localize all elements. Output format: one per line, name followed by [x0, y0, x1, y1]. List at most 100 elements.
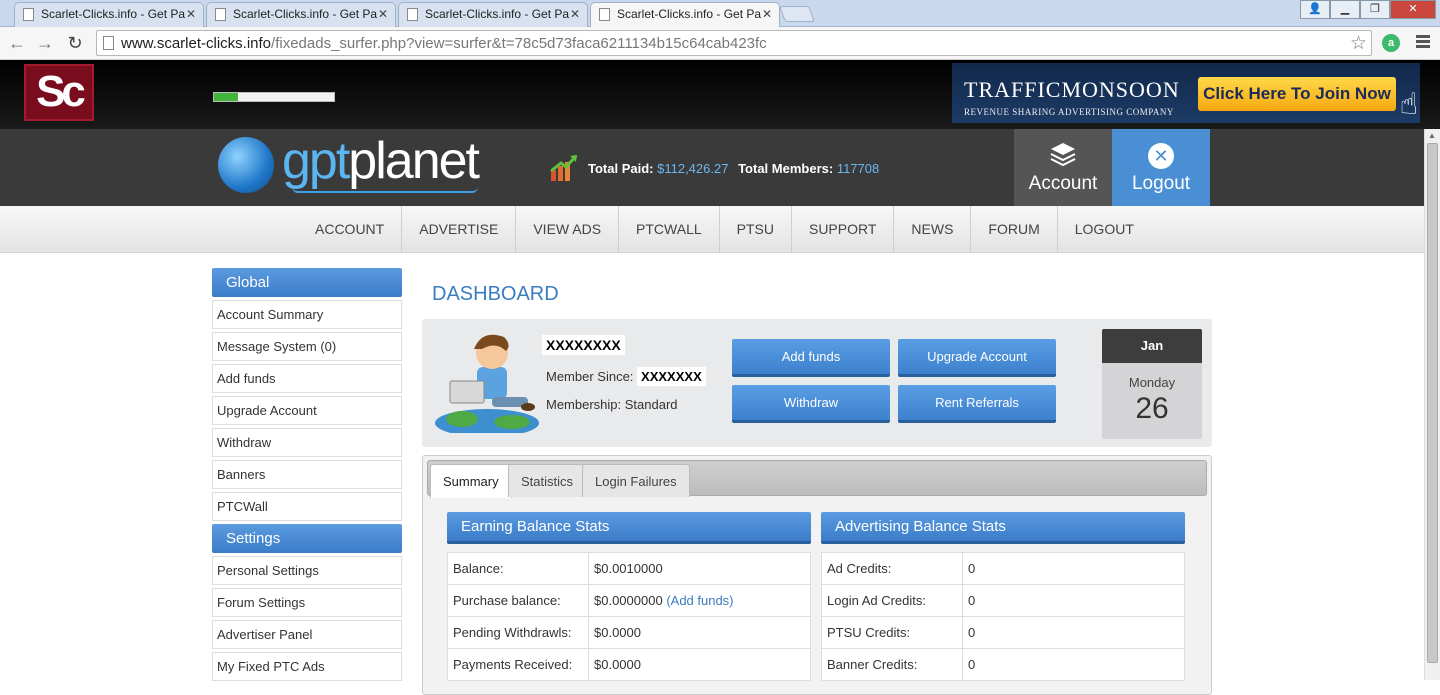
- url-host: www.scarlet-clicks.info: [121, 35, 272, 52]
- browser-tab[interactable]: Scarlet-Clicks.info - Get Pa ✕: [398, 2, 588, 27]
- back-icon[interactable]: ←: [6, 32, 28, 54]
- add-funds-link[interactable]: (Add funds): [666, 593, 733, 608]
- minimize-icon[interactable]: ▁: [1330, 0, 1360, 19]
- account-header-button[interactable]: Account: [1014, 129, 1112, 206]
- row-label: Payments Received:: [447, 648, 589, 681]
- tab-bar: Summary Statistics Login Failures: [427, 460, 1207, 498]
- browser-tab-active[interactable]: Scarlet-Clicks.info - Get Pa ✕: [590, 2, 780, 27]
- sidebar-heading-global: Global: [212, 268, 402, 297]
- surf-progress-bar: [213, 92, 335, 102]
- sidebar-item-banners[interactable]: Banners: [212, 460, 402, 489]
- row-value: 0: [962, 552, 1185, 585]
- close-window-icon[interactable]: ✕: [1390, 0, 1436, 19]
- member-since: Member Since: XXXXXXX: [546, 367, 706, 386]
- nav-ptcwall[interactable]: PTCWALL: [619, 206, 720, 253]
- site-stats: Total Paid: $112,426.27 Total Members: 1…: [588, 161, 885, 176]
- tab-summary[interactable]: Summary: [430, 464, 512, 498]
- brand-swoosh: [292, 187, 478, 193]
- nav-news[interactable]: NEWS: [894, 206, 972, 253]
- sidebar-item-advertiser-panel[interactable]: Advertiser Panel: [212, 620, 402, 649]
- row-value: 0: [962, 584, 1185, 617]
- extension-icon[interactable]: a: [1382, 34, 1400, 52]
- nav-support[interactable]: SUPPORT: [792, 206, 895, 253]
- close-tab-icon[interactable]: ✕: [186, 3, 196, 26]
- earning-heading: Earning Balance Stats: [447, 512, 811, 544]
- table-row: Ad Credits: 0: [821, 552, 1185, 585]
- user-icon[interactable]: 👤: [1300, 0, 1330, 19]
- add-funds-button[interactable]: Add funds: [732, 339, 890, 377]
- browser-toolbar: ← → ↻ www.scarlet-clicks.info/fixedads_s…: [0, 27, 1440, 60]
- site-top-band: Sc TRAFFICMONSOON REVENUE SHARING ADVERT…: [0, 60, 1440, 129]
- withdraw-button[interactable]: Withdraw: [732, 385, 890, 423]
- tab-login-failures[interactable]: Login Failures: [582, 464, 690, 497]
- close-tab-icon[interactable]: ✕: [762, 3, 772, 26]
- growth-chart-icon: [550, 154, 578, 181]
- sidebar-item-upgrade-account[interactable]: Upgrade Account: [212, 396, 402, 425]
- row-label: Banner Credits:: [821, 648, 963, 681]
- page-icon: [599, 8, 610, 21]
- menu-icon[interactable]: [1416, 35, 1430, 49]
- total-members-label: Total Members:: [738, 161, 834, 176]
- main-nav: ACCOUNT ADVERTISE VIEW ADS PTCWALL PTSU …: [0, 206, 1424, 253]
- row-value: $0.0000: [588, 648, 811, 681]
- brand-logo[interactable]: gptplanet: [282, 131, 480, 191]
- table-row: Purchase balance: $0.0000000 (Add funds): [447, 584, 811, 617]
- site-logo[interactable]: Sc: [24, 64, 94, 121]
- row-value: $0.0010000: [588, 552, 811, 585]
- table-row: Payments Received: $0.0000: [447, 648, 811, 681]
- member-since-label: Member Since:: [546, 369, 634, 384]
- sidebar-item-personal-settings[interactable]: Personal Settings: [212, 556, 402, 585]
- logout-header-button[interactable]: ✕ Logout: [1112, 129, 1210, 206]
- rent-referrals-button[interactable]: Rent Referrals: [898, 385, 1056, 423]
- upgrade-account-button[interactable]: Upgrade Account: [898, 339, 1056, 377]
- calendar-month: Jan: [1102, 329, 1202, 363]
- advertising-balance-stats: Advertising Balance Stats Ad Credits: 0 L…: [821, 512, 1185, 681]
- user-avatar: [435, 334, 539, 433]
- sidebar-item-ptcwall[interactable]: PTCWall: [212, 492, 402, 521]
- nav-account[interactable]: ACCOUNT: [298, 206, 403, 253]
- scrollbar-thumb[interactable]: [1427, 143, 1438, 663]
- browser-tab[interactable]: Scarlet-Clicks.info - Get Pa ✕: [206, 2, 396, 27]
- page-scrollbar[interactable]: ▲: [1424, 129, 1440, 680]
- nav-ptsu[interactable]: PTSU: [720, 206, 792, 253]
- sidebar-heading-settings: Settings: [212, 524, 402, 553]
- table-row: Login Ad Credits: 0: [821, 584, 1185, 617]
- maximize-icon[interactable]: ❐: [1360, 0, 1390, 19]
- nav-view-ads[interactable]: VIEW ADS: [516, 206, 620, 253]
- nav-logout[interactable]: LOGOUT: [1058, 206, 1151, 253]
- browser-tab-title: Scarlet-Clicks.info - Get Pa: [41, 7, 186, 21]
- table-row: PTSU Credits: 0: [821, 616, 1185, 649]
- banner-subtitle: REVENUE SHARING ADVERTISING COMPANY: [964, 107, 1174, 117]
- scroll-up-icon[interactable]: ▲: [1428, 131, 1436, 140]
- address-bar[interactable]: www.scarlet-clicks.info/fixedads_surfer.…: [96, 30, 1372, 56]
- bookmark-star-icon[interactable]: ☆: [1350, 32, 1367, 55]
- sidebar-item-message-system[interactable]: Message System (0): [212, 332, 402, 361]
- page-icon: [103, 36, 114, 50]
- earning-balance-stats: Earning Balance Stats Balance: $0.0010000…: [447, 512, 811, 681]
- sidebar-item-fixed-ptc-ads[interactable]: My Fixed PTC Ads: [212, 652, 402, 681]
- row-value: $0.0000000: [594, 593, 663, 608]
- ad-banner[interactable]: TRAFFICMONSOON REVENUE SHARING ADVERTISI…: [952, 63, 1420, 123]
- logout-header-label: Logout: [1131, 173, 1191, 194]
- table-row: Pending Withdrawls: $0.0000: [447, 616, 811, 649]
- reload-icon[interactable]: ↻: [64, 32, 86, 54]
- sidebar-item-account-summary[interactable]: Account Summary: [212, 300, 402, 329]
- page-title: DASHBOARD: [432, 283, 559, 305]
- brand-part1: gpt: [282, 132, 350, 190]
- close-tab-icon[interactable]: ✕: [378, 3, 388, 26]
- total-members-value: 117708: [836, 161, 880, 176]
- nav-forum[interactable]: FORUM: [971, 206, 1058, 253]
- new-tab-button[interactable]: [779, 6, 815, 22]
- nav-advertise[interactable]: ADVERTISE: [402, 206, 517, 253]
- url-text: www.scarlet-clicks.info/fixedads_surfer.…: [121, 35, 767, 52]
- browser-tab[interactable]: Scarlet-Clicks.info - Get Pa ✕: [14, 2, 204, 27]
- sidebar-item-add-funds[interactable]: Add funds: [212, 364, 402, 393]
- username: XXXXXXXX: [542, 335, 625, 355]
- banner-brand: TRAFFICMONSOON: [964, 77, 1180, 102]
- advertising-heading: Advertising Balance Stats: [821, 512, 1185, 544]
- forward-icon[interactable]: →: [34, 32, 56, 54]
- sidebar-item-withdraw[interactable]: Withdraw: [212, 428, 402, 457]
- sidebar-item-forum-settings[interactable]: Forum Settings: [212, 588, 402, 617]
- tab-statistics[interactable]: Statistics: [508, 464, 587, 497]
- close-tab-icon[interactable]: ✕: [570, 3, 580, 26]
